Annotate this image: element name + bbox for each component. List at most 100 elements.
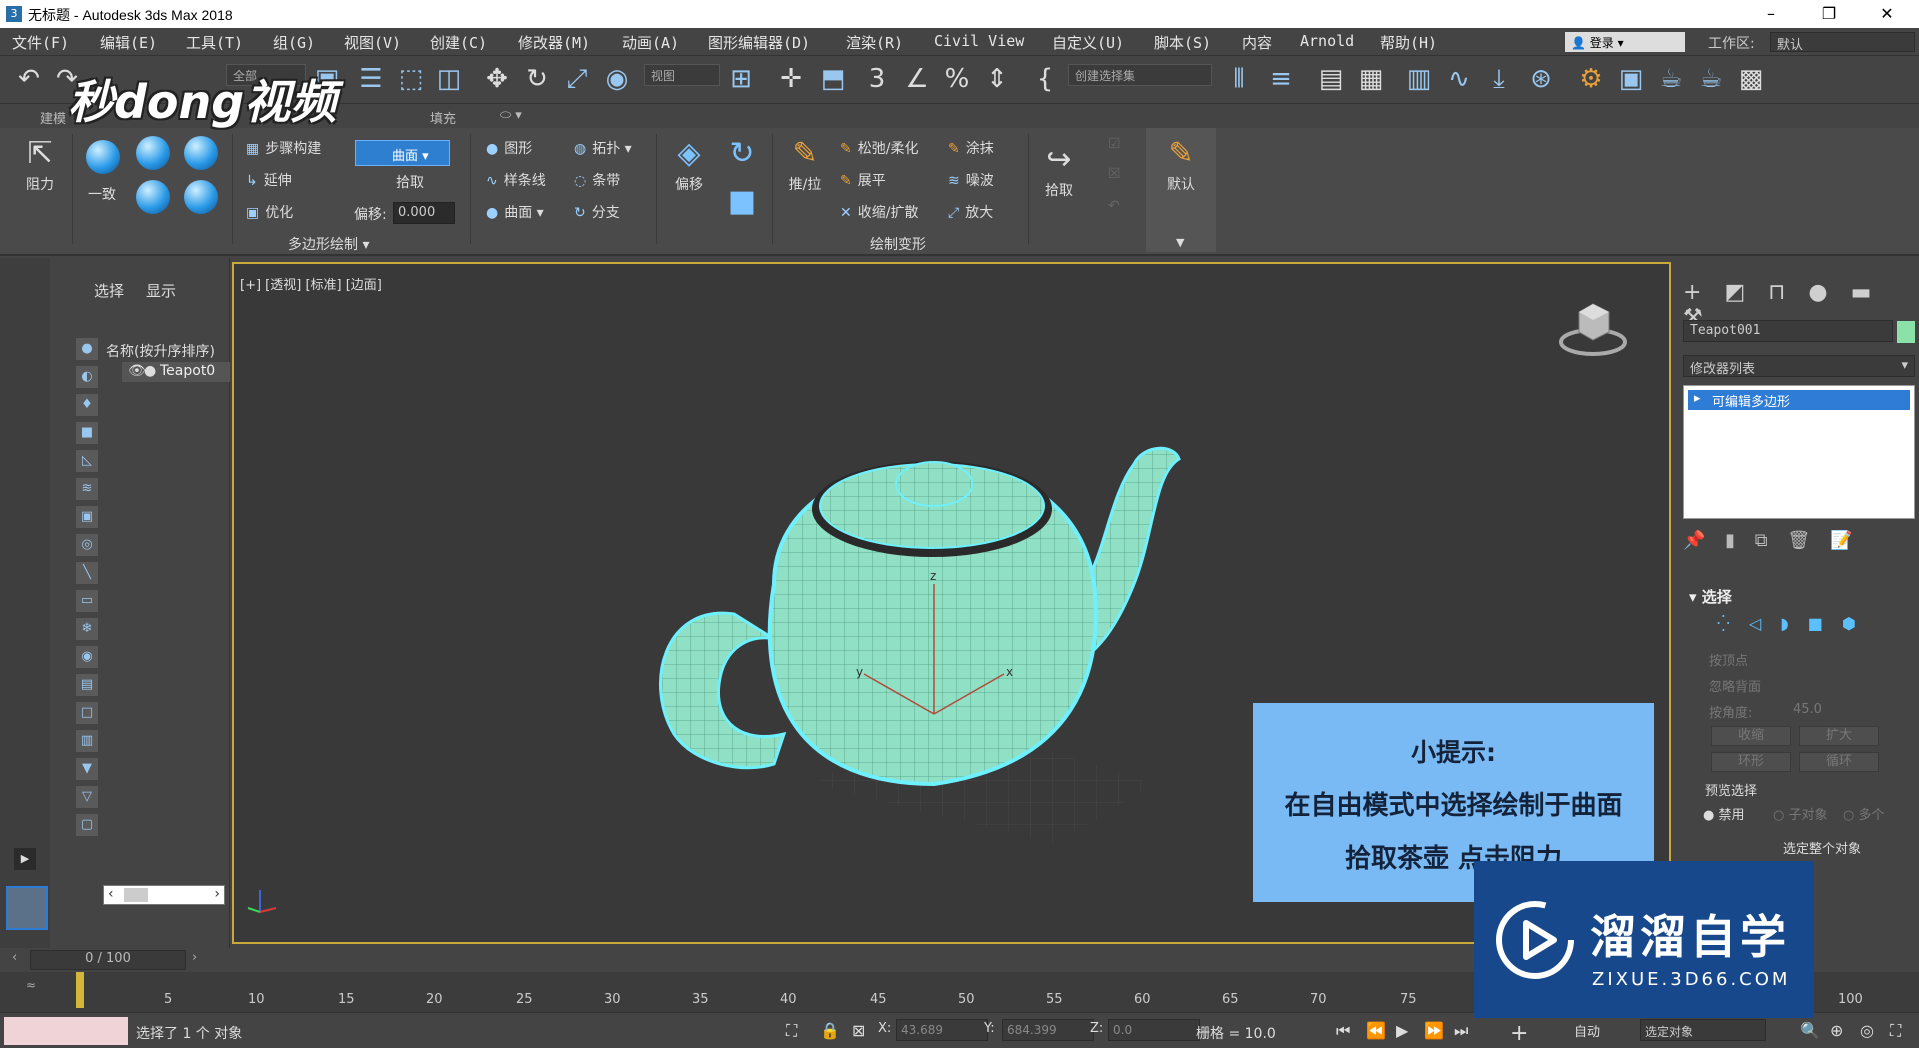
preview-disabled-radio[interactable]: ● 禁用 [1703,804,1745,823]
border-level-icon[interactable]: ◗ [1780,614,1788,633]
key-filter-dropdown[interactable]: 选定对象 [1640,1019,1766,1041]
smudge-button[interactable]: ✎ 涂抹 [948,138,994,158]
x-coord-field[interactable]: 43.689 [896,1019,988,1041]
push-pull-button[interactable]: ✎ 推/拉 [780,134,830,194]
toggle-ribbon-icon[interactable]: ▦ [1356,64,1386,94]
offset-extra-icon[interactable]: ↻ [724,134,760,174]
loop-button[interactable]: 循环 [1799,752,1879,772]
goto-end-icon[interactable]: ⏭ [1454,1021,1468,1041]
scroll-thumb[interactable] [124,888,148,902]
branch-button[interactable]: ↻ 分支 [574,202,620,222]
next-key-icon[interactable]: ⏩ [1424,1021,1444,1040]
schematic-view-icon[interactable]: ⊛ [1526,64,1556,94]
conform-scale-icon[interactable] [184,136,218,170]
frame-counter[interactable]: 0 / 100 [30,950,186,970]
enlarge-button[interactable]: ⤢ 放大 [948,202,993,222]
show-end-result-icon[interactable]: ▮ [1725,530,1735,551]
shape-button[interactable]: ● 图形 [486,138,532,158]
login-dropdown[interactable]: 👤 登录 ▾ [1565,32,1685,52]
strip-button[interactable]: ◌ 条带 [574,170,620,190]
scroll-left-icon[interactable]: ‹ [108,886,114,902]
by-vertex-checkbox[interactable]: 按顶点 [1709,650,1748,669]
geometry-filter-icon[interactable]: ● [76,338,98,360]
window-crossing-icon[interactable]: ◫ [434,64,464,94]
move-icon[interactable]: ✥ [482,64,512,94]
select-by-name-icon[interactable]: ☰ [356,64,386,94]
group-filter-icon[interactable]: ▣ [76,506,98,528]
step-build-button[interactable]: ▦ 步骤构建 [246,138,321,158]
hierarchy-tab-icon[interactable]: ⊓ [1768,280,1785,305]
cancel-icon[interactable]: ☒ [1108,166,1121,182]
by-angle-checkbox[interactable]: 按角度: [1709,702,1752,721]
conform-relax-icon[interactable] [184,180,218,214]
selection-rollout-header[interactable]: ▾ 选择 [1689,586,1732,607]
mirror-icon[interactable]: ⫴ [1224,64,1254,94]
snap-3d-icon[interactable]: 3 [862,64,892,94]
workspace-dropdown[interactable]: 默认 [1770,32,1915,53]
tab-modeling[interactable]: 建模 [40,108,66,127]
pin-stack-icon[interactable]: 📌 [1683,530,1705,551]
next-frame-icon[interactable]: › [192,950,197,965]
menu-arnold[interactable]: Arnold [1300,32,1354,50]
polygon-level-icon[interactable]: ■ [1808,614,1823,633]
rendered-frame-icon[interactable]: ▣ [1616,64,1646,94]
make-unique-icon[interactable]: ⧉ [1755,530,1768,551]
stack-item-editable-poly[interactable]: ▸ 可编辑多边形 [1688,390,1910,410]
drag-button[interactable]: ⇱ 阻力 [18,134,62,194]
modifier-list-dropdown[interactable]: 修改器列表 ▾ [1683,355,1915,377]
invert-display-icon[interactable]: ▥ [76,730,98,752]
menu-animation[interactable]: 动画(A) [622,32,679,53]
menu-civil-view[interactable]: Civil View [934,32,1024,50]
pick-button[interactable]: 拾取 [396,172,424,192]
align-icon[interactable]: ≡ [1266,64,1296,94]
flatten-button[interactable]: ✎ 展平 [840,170,886,190]
angle-snap-icon[interactable]: ∠ [902,64,932,94]
optimize-button[interactable]: ▣ 优化 [246,202,293,222]
frozen-filter-icon[interactable]: ❄ [76,618,98,640]
ignore-backfacing-checkbox[interactable]: 忽略背面 [1709,676,1761,695]
close-button[interactable]: ✕ [1864,0,1910,28]
remove-modifier-icon[interactable]: 🗑 [1787,530,1810,551]
reference-coord-dropdown[interactable]: 视图 [644,64,720,86]
menu-tools[interactable]: 工具(T) [186,32,243,53]
zoom-icon[interactable]: 🔍 [1800,1021,1820,1040]
bone-filter-icon[interactable]: ╲ [76,562,98,584]
relax-soften-button[interactable]: ✎ 松弛/柔化 [840,138,918,158]
default-button[interactable]: ✎ 默认 [1156,134,1206,194]
modify-tab-icon[interactable]: ◩ [1724,280,1745,305]
absolute-mode-icon[interactable]: ⊠ [852,1021,865,1040]
noise-button[interactable]: ≋ 噪波 [948,170,994,190]
scene-explorer-icon[interactable]: ▥ [1404,64,1434,94]
offset-input[interactable]: 0.000 [393,202,455,224]
viewport-label[interactable]: [+] [透视] [标准] [边面] [240,274,382,293]
configure-sets-icon[interactable]: 📝 [1830,530,1852,551]
keyboard-shortcut-icon[interactable]: ⬒ [818,64,848,94]
menu-graph-editors[interactable]: 图形编辑器(D) [708,32,810,53]
ring-button[interactable]: 环形 [1711,752,1791,772]
menu-customize[interactable]: 自定义(U) [1052,32,1124,53]
tab-display[interactable]: 显示 [146,280,176,301]
helper-filter-icon[interactable]: ◺ [76,450,98,472]
rect-selection-icon[interactable]: ⬚ [396,64,426,94]
shrink-button[interactable]: 收缩 [1711,726,1791,746]
draw-on-surface-button[interactable]: 曲面 ▾ [355,140,450,166]
container-filter-icon[interactable]: ▭ [76,590,98,612]
minimize-button[interactable]: – [1748,0,1794,28]
percent-snap-icon[interactable]: % [942,64,972,94]
folder-icon[interactable]: ▢ [76,814,98,836]
named-selection-dropdown[interactable]: 创建选择集 [1068,64,1212,86]
offset-square-icon[interactable]: ■ [724,182,760,222]
render-production-icon[interactable]: ☕ [1656,64,1686,94]
play-icon[interactable]: ▶ [1396,1021,1408,1040]
display-none-icon[interactable]: □ [76,702,98,724]
hidden-filter-icon[interactable]: ◉ [76,646,98,668]
list-item[interactable]: 👁 ● Teapot0 [122,362,230,382]
menu-edit[interactable]: 编辑(E) [100,32,157,53]
display-all-icon[interactable]: ▤ [76,674,98,696]
render-iterative-icon[interactable]: ☕ [1696,64,1726,94]
curve-editor-mini-icon[interactable]: ≈ [26,978,36,992]
horizontal-scrollbar[interactable]: ‹ › [103,885,225,905]
expand-arrow-icon[interactable]: ▸ [1694,391,1701,406]
z-coord-field[interactable]: 0.0 [1108,1019,1200,1041]
tab-select[interactable]: 选择 [94,280,124,301]
